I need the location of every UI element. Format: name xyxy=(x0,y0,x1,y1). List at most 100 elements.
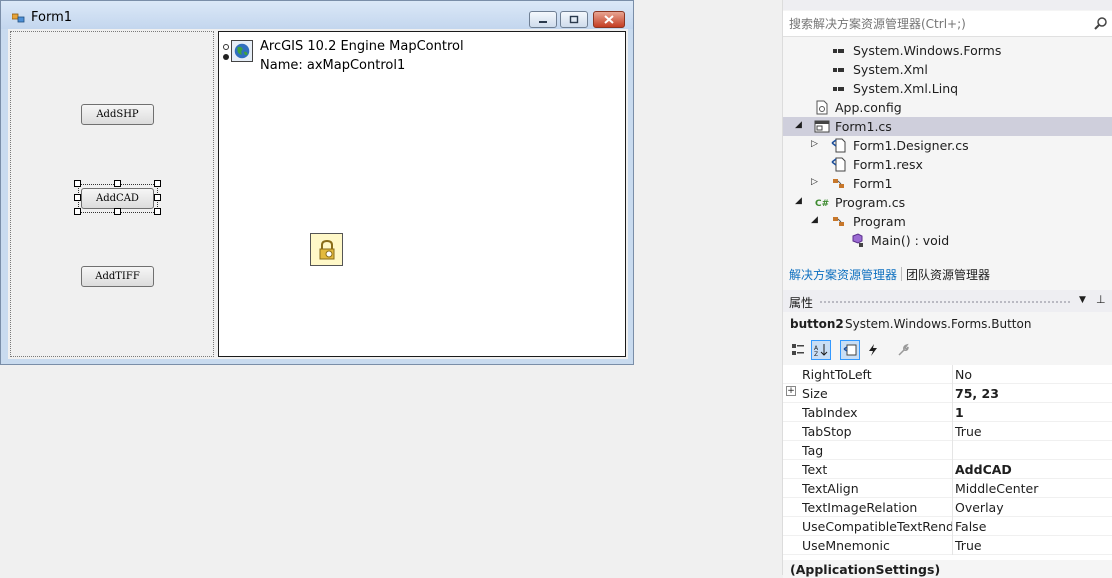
tree-expanded-icon[interactable]: ◢ xyxy=(795,196,802,206)
reference-icon xyxy=(833,87,844,91)
properties-header[interactable]: 属性 ▼ ⊥ xyxy=(783,290,1112,312)
property-value[interactable]: 1 xyxy=(955,405,964,420)
lock-icon xyxy=(310,233,343,266)
dropdown-icon[interactable]: ▼ xyxy=(1079,295,1086,305)
tab-solution-explorer[interactable]: 解决方案资源管理器 xyxy=(789,266,897,283)
property-value[interactable]: MiddleCenter xyxy=(955,481,1038,496)
resize-handle-ne[interactable] xyxy=(154,180,161,187)
tab-divider xyxy=(901,267,902,281)
property-name: UseCompatibleTextRende xyxy=(802,519,952,534)
tree-item-label: System.Windows.Forms xyxy=(853,43,1002,58)
property-divider[interactable] xyxy=(952,384,953,403)
tree-item[interactable]: Form1.resx xyxy=(783,155,1112,174)
maximize-button[interactable] xyxy=(560,11,588,28)
property-value[interactable]: 75, 23 xyxy=(955,386,999,401)
resize-handle-nw[interactable] xyxy=(74,180,81,187)
sort-az-icon: AZ xyxy=(814,344,828,357)
form-titlebar[interactable]: Form1 xyxy=(1,1,633,29)
property-name: Tag xyxy=(802,443,824,458)
map-control-type: ArcGIS 10.2 Engine MapControl xyxy=(260,39,464,54)
tree-item[interactable]: ▷ Form1 xyxy=(783,174,1112,193)
tree-item[interactable]: System.Windows.Forms xyxy=(783,41,1112,60)
property-divider[interactable] xyxy=(952,517,953,536)
close-button[interactable] xyxy=(593,11,625,28)
property-row[interactable]: TabIndex 1 xyxy=(783,403,1112,422)
maximize-icon xyxy=(569,15,579,24)
reference-icon xyxy=(833,49,844,53)
categorized-button[interactable] xyxy=(788,340,808,360)
properties-view-button[interactable] xyxy=(840,340,860,360)
property-row[interactable]: Tag xyxy=(783,441,1112,460)
property-row[interactable]: TextAlign MiddleCenter xyxy=(783,479,1112,498)
minimize-button[interactable] xyxy=(529,11,557,28)
search-icon[interactable] xyxy=(1094,16,1108,30)
events-button[interactable] xyxy=(863,340,883,360)
property-divider[interactable] xyxy=(952,441,953,460)
property-divider[interactable] xyxy=(952,498,953,517)
property-divider[interactable] xyxy=(952,365,953,384)
tree-expanded-icon[interactable]: ◢ xyxy=(811,215,818,225)
tree-item-label: Main() : void xyxy=(871,233,950,248)
expand-plus-icon[interactable]: + xyxy=(786,386,796,396)
lightning-icon xyxy=(869,344,877,356)
button-panel[interactable]: AddSHP AddCAD AddTIFF xyxy=(10,31,214,357)
form-title: Form1 xyxy=(31,10,73,25)
property-row[interactable]: + Size 75, 23 xyxy=(783,384,1112,403)
property-value[interactable]: False xyxy=(955,519,986,534)
property-grid: RightToLeft No + Size 75, 23 TabIndex 1 … xyxy=(783,365,1112,575)
property-row[interactable]: Text AddCAD xyxy=(783,460,1112,479)
tree-item[interactable]: System.Xml.Linq xyxy=(783,79,1112,98)
resize-handle-se[interactable] xyxy=(154,208,161,215)
tree-item[interactable]: App.config xyxy=(783,98,1112,117)
property-divider[interactable] xyxy=(952,403,953,422)
map-control[interactable]: ArcGIS 10.2 Engine MapControl Name: axMa… xyxy=(218,31,626,357)
class-icon xyxy=(833,179,844,188)
property-divider[interactable] xyxy=(952,536,953,555)
resize-handle-n[interactable] xyxy=(114,180,121,187)
tree-item[interactable]: ◢ Program xyxy=(783,212,1112,231)
property-divider[interactable] xyxy=(952,460,953,479)
property-category[interactable]: (ApplicationSettings) xyxy=(783,560,1112,578)
property-pages-button[interactable] xyxy=(893,340,913,360)
alphabetical-button[interactable]: AZ xyxy=(811,340,831,360)
tree-item[interactable]: ▷ Form1.Designer.cs xyxy=(783,136,1112,155)
property-divider[interactable] xyxy=(952,422,953,441)
resize-handle-s[interactable] xyxy=(114,208,121,215)
search-input[interactable] xyxy=(789,17,1079,31)
property-divider[interactable] xyxy=(952,479,953,498)
map-control-caption: ArcGIS 10.2 Engine MapControl Name: axMa… xyxy=(260,37,464,75)
tree-expanded-icon[interactable]: ◢ xyxy=(795,120,802,130)
addshp-button[interactable]: AddSHP xyxy=(81,104,154,125)
property-row[interactable]: UseMnemonic True xyxy=(783,536,1112,555)
object-selector[interactable]: button2 System.Windows.Forms.Button xyxy=(783,314,1112,336)
solution-explorer-search[interactable] xyxy=(783,11,1112,37)
solution-explorer-toolbar[interactable] xyxy=(783,0,1112,10)
tree-collapsed-icon[interactable]: ▷ xyxy=(811,139,818,149)
property-row[interactable]: RightToLeft No xyxy=(783,365,1112,384)
resize-handle-sw[interactable] xyxy=(74,208,81,215)
resize-handle-w[interactable] xyxy=(74,194,81,201)
property-row[interactable]: TextImageRelation Overlay xyxy=(783,498,1112,517)
tree-item[interactable]: ◢ C# Program.cs xyxy=(783,193,1112,212)
property-value[interactable]: No xyxy=(955,367,972,382)
resize-handle-e[interactable] xyxy=(154,194,161,201)
property-value[interactable]: True xyxy=(955,538,982,553)
addtiff-button[interactable]: AddTIFF xyxy=(81,266,154,287)
close-icon xyxy=(604,15,614,24)
form-window[interactable]: Form1 AddSHP AddCAD AddTIFF ArcGIS 10.2 … xyxy=(0,0,634,365)
property-value[interactable]: Overlay xyxy=(955,500,1004,515)
tree-item-label: System.Xml xyxy=(853,62,928,77)
tab-team-explorer[interactable]: 团队资源管理器 xyxy=(906,266,990,283)
csharp-file-icon: C# xyxy=(815,199,829,209)
tree-item[interactable]: Main() : void xyxy=(783,231,1112,250)
property-value[interactable]: AddCAD xyxy=(955,462,1012,477)
tree-item[interactable]: System.Xml xyxy=(783,60,1112,79)
property-row[interactable]: TabStop True xyxy=(783,422,1112,441)
property-row[interactable]: UseCompatibleTextRende False xyxy=(783,517,1112,536)
pin-icon[interactable]: ⊥ xyxy=(1096,293,1106,306)
tree-collapsed-icon[interactable]: ▷ xyxy=(811,177,818,187)
drag-grip[interactable] xyxy=(819,300,1072,304)
tree-item-selected[interactable]: ◢ Form1.cs xyxy=(783,117,1112,136)
class-icon xyxy=(833,217,844,226)
property-value[interactable]: True xyxy=(955,424,982,439)
